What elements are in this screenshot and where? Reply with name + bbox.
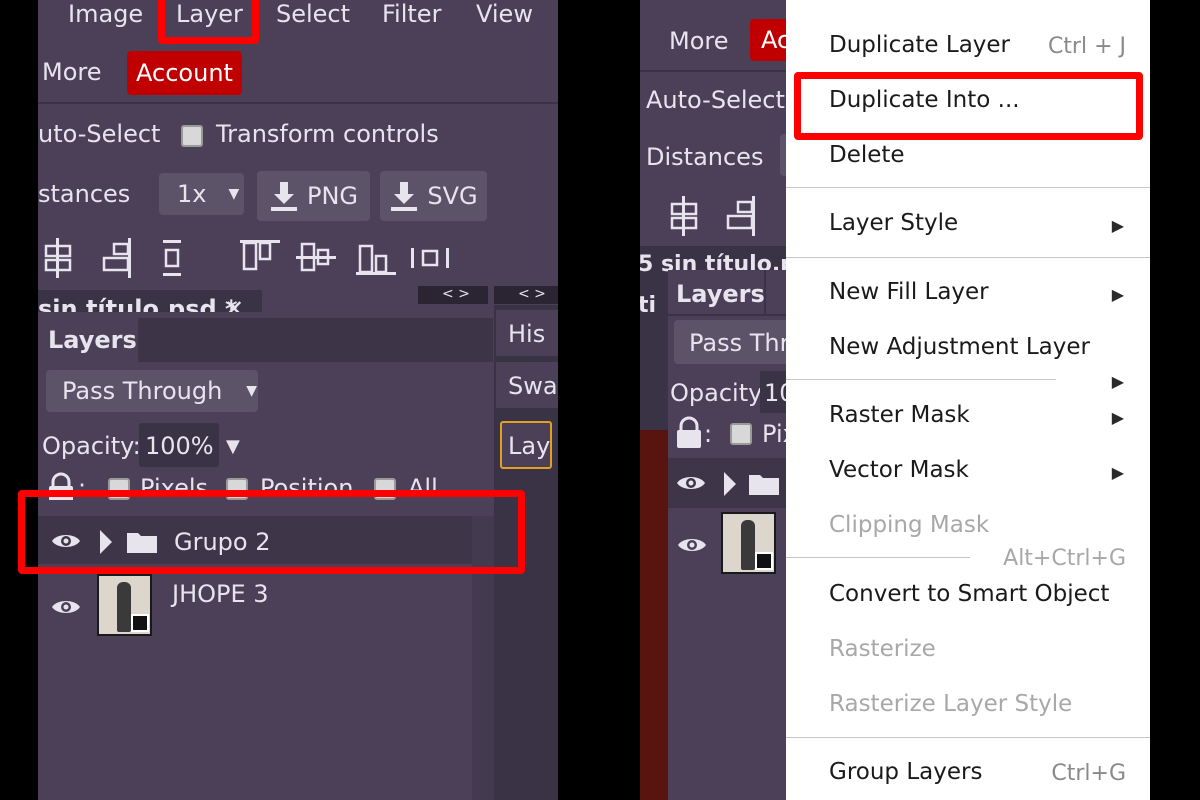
menu-item-raster-mask[interactable]: Raster Mask bbox=[829, 404, 970, 427]
png-label: PNG bbox=[306, 182, 359, 210]
svg-label: SVG bbox=[427, 182, 478, 210]
download-icon bbox=[391, 182, 418, 211]
account-button[interactable]: Account bbox=[127, 51, 242, 95]
more-menu[interactable]: More bbox=[42, 60, 102, 84]
layer-thumbnail bbox=[97, 574, 152, 636]
eye-icon[interactable] bbox=[51, 596, 81, 618]
collapse-arrows-icon: < > bbox=[518, 286, 546, 302]
thumbnail-figure bbox=[117, 582, 131, 632]
eye-icon[interactable] bbox=[677, 534, 707, 556]
divider bbox=[38, 102, 558, 104]
align-left-edges-icon[interactable] bbox=[44, 238, 72, 278]
account-button[interactable]: Ac bbox=[750, 19, 786, 61]
distribute-horizontal-icon[interactable] bbox=[410, 246, 450, 270]
export-svg-button[interactable]: SVG bbox=[380, 171, 487, 221]
layers-tab-label: Layers bbox=[48, 326, 137, 354]
group-row-highlight bbox=[18, 490, 525, 574]
eye-icon[interactable] bbox=[676, 472, 706, 494]
auto-select-label: uto-Select bbox=[38, 120, 161, 148]
blend-mode-value: Pass Thro bbox=[689, 329, 786, 357]
layer-thumbnail bbox=[721, 512, 776, 574]
auto-select-label: Auto-Select bbox=[646, 86, 785, 114]
download-icon bbox=[270, 182, 297, 211]
distribute-vertical-icon[interactable] bbox=[162, 238, 182, 278]
menu-view[interactable]: View bbox=[476, 2, 533, 26]
menu-separator bbox=[786, 257, 1150, 258]
distances-label: stances bbox=[38, 180, 131, 208]
opacity-label: Opacity: bbox=[670, 379, 769, 407]
folder-icon bbox=[749, 475, 779, 495]
menu-separator bbox=[786, 737, 1150, 738]
menu-item-delete[interactable]: Delete bbox=[829, 144, 905, 167]
divider bbox=[640, 70, 786, 72]
more-menu[interactable]: More bbox=[669, 29, 729, 53]
menu-item-group-layers[interactable]: Group Layers bbox=[829, 761, 982, 784]
lock-icon bbox=[677, 416, 701, 448]
layers-side-tab-label: Lay bbox=[508, 432, 551, 460]
layer-name-image: JHOPE 3 bbox=[172, 580, 269, 608]
shortcut-clipping-mask: Alt+Ctrl+G bbox=[1003, 546, 1126, 571]
menu-item-vector-mask[interactable]: Vector Mask bbox=[829, 459, 969, 482]
menu-item-new-fill-layer[interactable]: New Fill Layer bbox=[829, 281, 989, 304]
left-editor-panel: Image Layer Select Filter View More Acco… bbox=[38, 0, 558, 800]
menu-image[interactable]: Image bbox=[68, 2, 143, 26]
menu-item-clipping-mask: Clipping Mask bbox=[829, 512, 990, 538]
background-strip bbox=[1150, 0, 1200, 800]
distances-label: Distances bbox=[646, 143, 764, 171]
thumbnail-figure bbox=[741, 520, 755, 570]
swatches-tab-label: Swa bbox=[508, 372, 558, 400]
opacity-label: Opacity: bbox=[42, 432, 141, 460]
align-left-edges-icon[interactable] bbox=[670, 196, 698, 236]
menu-item-new-adjustment-layer[interactable]: New Adjustment Layer bbox=[829, 336, 1090, 359]
menu-filter[interactable]: Filter bbox=[382, 2, 441, 26]
menu-item-layer-style[interactable]: Layer Style bbox=[829, 212, 958, 235]
scale-select[interactable]: 1x ▼ bbox=[159, 173, 244, 215]
menu-item-rasterize: Rasterize bbox=[829, 636, 936, 662]
menu-separator bbox=[786, 379, 1056, 380]
blend-mode-select[interactable]: Pass Through ▼ bbox=[46, 370, 258, 412]
shortcut-group-layers: Ctrl+G bbox=[1051, 761, 1126, 786]
align-vertical-centers-icon[interactable] bbox=[296, 240, 336, 274]
chevron-down-icon: ▼ bbox=[246, 383, 258, 399]
transform-controls-label: Transform controls bbox=[216, 120, 439, 148]
chevron-down-icon[interactable]: ▼ bbox=[226, 436, 240, 457]
align-top-edges-icon[interactable] bbox=[240, 238, 280, 274]
document-tab2-title: ti bbox=[640, 293, 657, 318]
menu-separator bbox=[786, 557, 970, 558]
canvas-image-strip bbox=[640, 430, 668, 800]
layers-tab-label: Layers bbox=[676, 280, 765, 308]
submenu-arrow-icon: ▶ bbox=[1111, 285, 1124, 304]
layer-menu-highlight bbox=[158, 0, 259, 44]
submenu-arrow-icon: ▶ bbox=[1111, 372, 1124, 391]
align-right-edges-icon[interactable] bbox=[726, 196, 758, 236]
history-tab-label: His bbox=[508, 320, 546, 348]
smart-object-badge-icon bbox=[755, 552, 773, 570]
menu-separator bbox=[786, 187, 1150, 188]
submenu-arrow-icon: ▶ bbox=[1111, 463, 1124, 482]
collapse-arrows-icon: < > bbox=[442, 286, 470, 302]
menu-select[interactable]: Select bbox=[276, 2, 350, 26]
submenu-arrow-icon: ▶ bbox=[1111, 216, 1124, 235]
chevron-down-icon: ▼ bbox=[228, 186, 240, 202]
lock-pixels-label: Pix bbox=[762, 420, 786, 448]
shortcut-duplicate-layer: Ctrl + J bbox=[1047, 34, 1126, 59]
opacity-value: 100% bbox=[145, 432, 214, 460]
menu-item-duplicate-layer[interactable]: Duplicate Layer bbox=[829, 34, 1010, 57]
smart-object-badge-icon bbox=[131, 614, 149, 632]
expand-triangle-icon[interactable] bbox=[722, 470, 738, 498]
lock-pixels-checkbox[interactable] bbox=[730, 423, 752, 445]
submenu-arrow-icon: ▶ bbox=[1111, 408, 1124, 427]
align-bottom-edges-icon[interactable] bbox=[356, 240, 396, 276]
transform-controls-checkbox[interactable] bbox=[181, 125, 203, 147]
export-png-button[interactable]: PNG bbox=[257, 171, 370, 221]
align-right-edges-icon[interactable] bbox=[102, 238, 134, 278]
lock-colon: : bbox=[704, 420, 713, 448]
blend-mode-value: Pass Through bbox=[62, 377, 223, 405]
duplicate-into-highlight bbox=[794, 72, 1143, 140]
opacity-value: 10 bbox=[764, 379, 786, 407]
divider bbox=[668, 314, 786, 316]
scale-value: 1x bbox=[177, 180, 207, 208]
menu-item-rasterize-layer-style: Rasterize Layer Style bbox=[829, 691, 1073, 717]
menu-item-convert-to-smart-object[interactable]: Convert to Smart Object bbox=[829, 583, 1109, 606]
